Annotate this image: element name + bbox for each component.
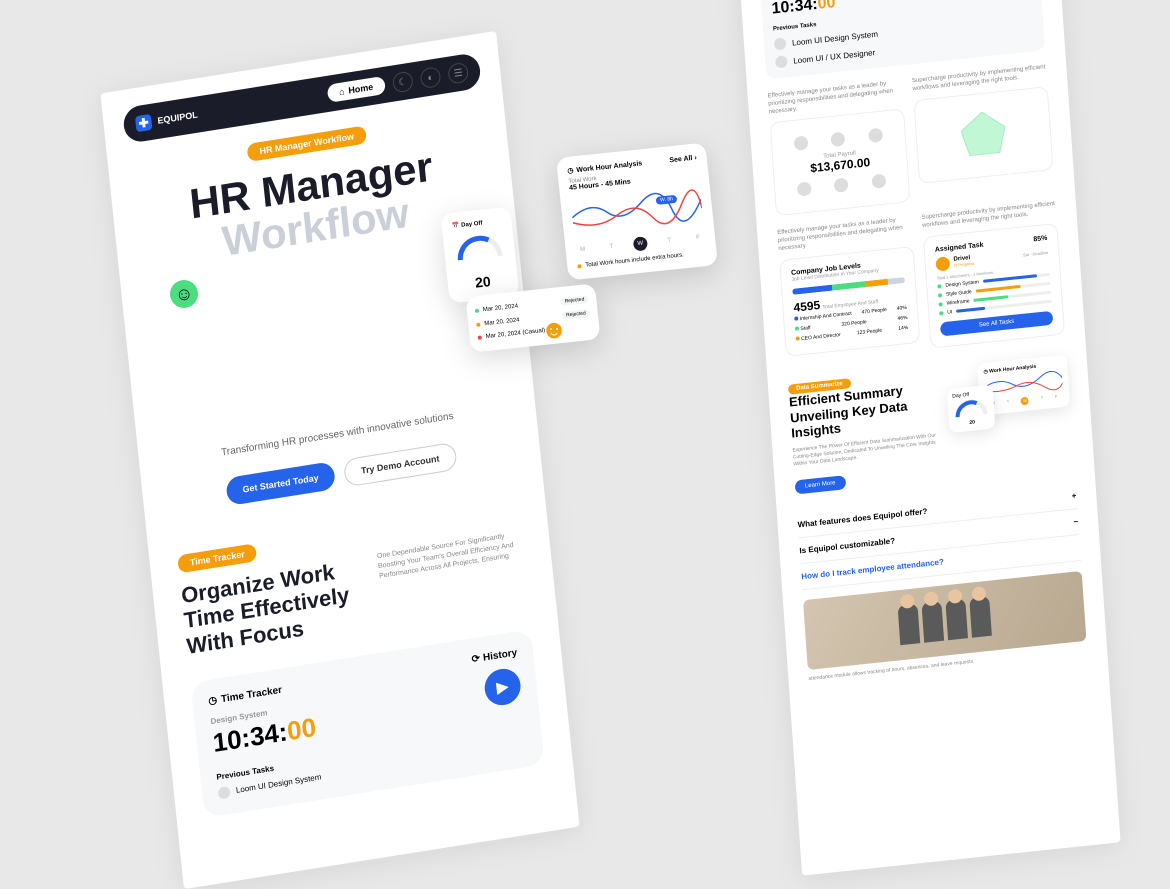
- radar-card: [913, 86, 1053, 184]
- brand-logo[interactable]: ✚ EQUIPOL: [135, 107, 199, 133]
- mini-tracker: Design System 10:34:00 Previous Tasks Lo…: [760, 0, 1045, 79]
- faq-section: What features does Equipol offer?+ Is Eq…: [797, 483, 1087, 682]
- job-levels-card: Company Job Levels Job Level Distributio…: [779, 246, 920, 357]
- landing-page-right: Design System 10:34:00 Previous Tasks Lo…: [739, 0, 1120, 876]
- appearance-icon[interactable]: ◐: [420, 66, 442, 89]
- summary-section: Data Summarize Efficient Summary Unveili…: [788, 354, 1074, 494]
- theme-toggle-icon[interactable]: ☾: [392, 71, 414, 94]
- plus-icon: +: [1071, 491, 1076, 500]
- work-hour-card: ◷Work Hour Analysis See All › Total Work…: [556, 142, 718, 280]
- minus-icon: −: [1073, 517, 1078, 526]
- landing-page-left: ✚ EQUIPOL ⌂ Home ☾ ◐ ☰ HR Manager Workfl…: [100, 31, 579, 889]
- get-started-button[interactable]: Get Started Today: [225, 461, 336, 506]
- history-link[interactable]: ⟳History: [471, 647, 517, 665]
- payroll-card: Total Payroll $13,670.00: [770, 109, 911, 217]
- tracker-card: ◷Time Tracker ⟳History Design System 10:…: [190, 629, 544, 818]
- demo-button[interactable]: Try Demo Account: [343, 442, 458, 488]
- tracker-title: ◷Time Tracker: [208, 685, 283, 708]
- plus-icon: ✚: [135, 114, 152, 132]
- menu-icon[interactable]: ☰: [447, 62, 469, 85]
- home-icon: ⌂: [339, 86, 345, 97]
- brand-name: EQUIPOL: [157, 110, 198, 126]
- line-chart: W. 8h: [570, 184, 703, 237]
- day-off-card: 📅Day Off 20: [440, 207, 519, 304]
- task-avatar: [218, 786, 231, 800]
- dates-card: Mar 20, 2024Rejected Mar 20, 2024Rejecte…: [465, 283, 600, 352]
- smiley-orange-icon: ☻: [540, 315, 568, 343]
- gauge-icon: [452, 231, 505, 266]
- assigned-task-card: Assigned Task85% DrivelIn ProgressSat - …: [923, 223, 1065, 349]
- section-badge: Time Tracker: [177, 543, 257, 573]
- time-tracker-section: Time Tracker Organize Work Time Effectiv…: [149, 496, 572, 822]
- section-desc: One Dependable Source For Significantly …: [377, 530, 524, 582]
- home-nav-item[interactable]: ⌂ Home: [326, 76, 386, 103]
- learn-more-button[interactable]: Learn More: [795, 475, 846, 494]
- section-title: Organize Work Time Effectively With Focu…: [180, 554, 375, 659]
- see-all-link[interactable]: See All ›: [669, 154, 697, 164]
